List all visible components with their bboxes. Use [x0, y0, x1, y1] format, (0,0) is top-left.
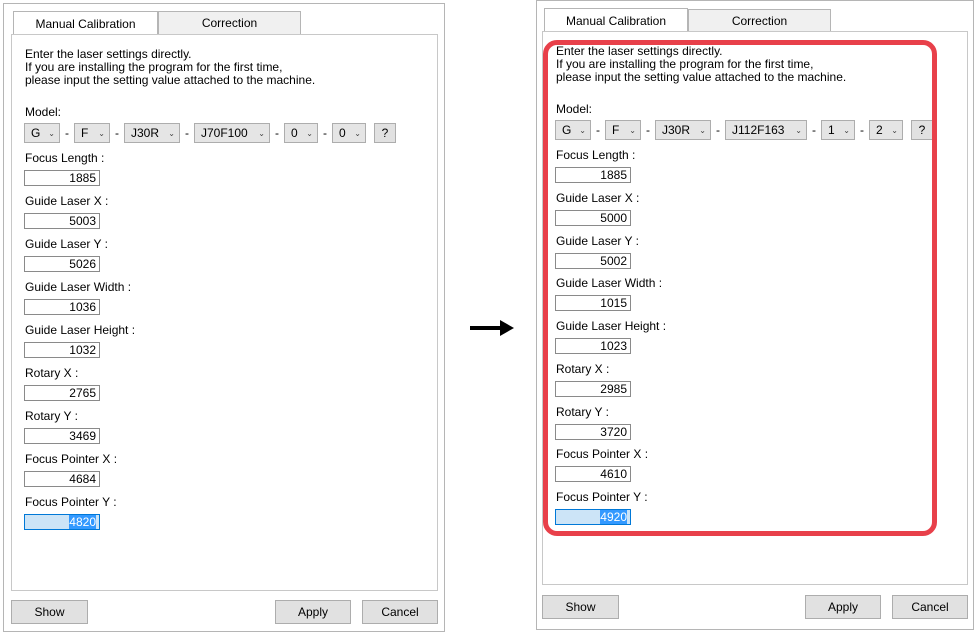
- highlight-box: [543, 40, 937, 536]
- show-button[interactable]: Show: [11, 600, 88, 624]
- help-button[interactable]: ?: [374, 123, 396, 143]
- guide-y-input[interactable]: 5026: [24, 256, 100, 272]
- focus-pointer-x-label: Focus Pointer X :: [25, 452, 118, 466]
- tab-correction[interactable]: Correction: [158, 11, 301, 35]
- model-combo-1[interactable]: G ⌄: [24, 123, 60, 143]
- tab-manual-calibration[interactable]: Manual Calibration: [13, 11, 158, 35]
- model-label: Model:: [25, 105, 62, 119]
- chevron-down-icon: ⌄: [354, 128, 361, 138]
- model-combo-2[interactable]: F ⌄: [74, 123, 110, 143]
- guide-x-input[interactable]: 5003: [24, 213, 100, 229]
- show-button[interactable]: Show: [542, 595, 619, 619]
- focus-length-input[interactable]: 1885: [24, 170, 100, 186]
- rotary-y-input[interactable]: 3469: [24, 428, 100, 444]
- focus-pointer-y-label: Focus Pointer Y :: [25, 495, 117, 509]
- apply-button[interactable]: Apply: [805, 595, 881, 619]
- combo-value: J30R: [131, 126, 160, 140]
- guide-height-label: Guide Laser Height :: [25, 323, 136, 337]
- chevron-down-icon: ⌄: [98, 128, 105, 138]
- intro-text: Enter the laser settings directly. If yo…: [25, 48, 315, 87]
- guide-y-label: Guide Laser Y :: [25, 237, 108, 251]
- selected-text: 4820: [69, 515, 96, 529]
- model-combo-3[interactable]: J30R ⌄: [124, 123, 180, 143]
- model-combo-4[interactable]: J70F100 ⌄: [194, 123, 270, 143]
- combo-value: 0: [339, 126, 346, 140]
- chevron-down-icon: ⌄: [258, 128, 265, 138]
- guide-x-label: Guide Laser X :: [25, 194, 109, 208]
- dash-separator: -: [185, 126, 189, 140]
- cancel-button[interactable]: Cancel: [892, 595, 968, 619]
- chevron-down-icon: ⌄: [306, 128, 313, 138]
- rotary-y-label: Rotary Y :: [25, 409, 78, 423]
- focus-pointer-x-input[interactable]: 4684: [24, 471, 100, 487]
- guide-height-input[interactable]: 1032: [24, 342, 100, 358]
- chevron-down-icon: ⌄: [168, 128, 175, 138]
- cancel-button[interactable]: Cancel: [362, 600, 438, 624]
- combo-value: G: [31, 126, 41, 140]
- model-combo-6[interactable]: 0 ⌄: [332, 123, 366, 143]
- tab-manual-calibration[interactable]: Manual Calibration: [544, 8, 688, 32]
- right-arrow-icon: [470, 320, 514, 336]
- model-selector: G ⌄ - F ⌄ - J30R ⌄ - J70F100 ⌄ - 0 ⌄ - 0 ⌄ ?: [24, 123, 396, 143]
- combo-value: J70F100: [201, 126, 248, 140]
- chevron-down-icon: ⌄: [48, 128, 55, 138]
- intro-line-3: please input the setting value attached …: [25, 73, 316, 87]
- dash-separator: -: [275, 126, 279, 140]
- dash-separator: -: [115, 126, 119, 140]
- combo-value: 0: [291, 126, 298, 140]
- guide-width-input[interactable]: 1036: [24, 299, 100, 315]
- dash-separator: -: [65, 126, 69, 140]
- rotary-x-label: Rotary X :: [25, 366, 79, 380]
- focus-pointer-y-input[interactable]: 4820: [24, 514, 100, 530]
- combo-value: F: [81, 126, 89, 140]
- rotary-x-input[interactable]: 2765: [24, 385, 100, 401]
- dash-separator: -: [323, 126, 327, 140]
- apply-button[interactable]: Apply: [275, 600, 351, 624]
- model-combo-5[interactable]: 0 ⌄: [284, 123, 318, 143]
- tab-correction[interactable]: Correction: [688, 9, 831, 33]
- guide-width-label: Guide Laser Width :: [25, 280, 132, 294]
- focus-length-label: Focus Length :: [25, 151, 105, 165]
